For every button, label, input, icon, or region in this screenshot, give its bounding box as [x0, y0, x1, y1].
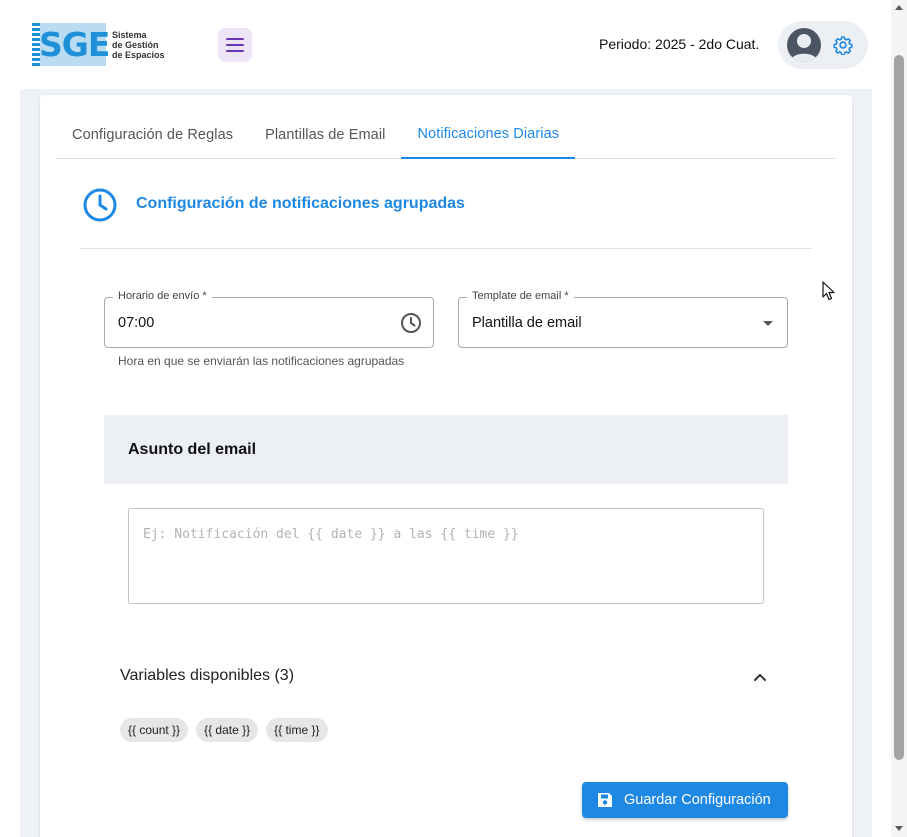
user-menu[interactable]	[778, 21, 868, 69]
subject-title: Asunto del email	[128, 441, 257, 458]
chevron-up-icon[interactable]	[752, 669, 768, 685]
variable-chips: {{ count }} {{ date }} {{ time }}	[120, 718, 336, 742]
logo-letters: SGE	[39, 25, 110, 64]
save-icon	[596, 791, 614, 809]
time-picker-icon[interactable]	[400, 312, 422, 334]
app-header: SGE Sistema de Gestión de Espacios Perio…	[0, 0, 891, 89]
subject-panel: Asunto del email	[104, 415, 788, 484]
settings-card: Configuración de Reglas Plantillas de Em…	[40, 95, 852, 837]
logo-mark: SGE	[32, 23, 110, 66]
section-title: Configuración de notificaciones agrupada…	[136, 195, 465, 212]
save-configuration-label: Guardar Configuración	[624, 792, 771, 808]
sge-logo[interactable]: SGE Sistema de Gestión de Espacios	[32, 23, 165, 66]
variable-chip-time[interactable]: {{ time }}	[266, 718, 328, 742]
subject-input[interactable]: Ej: Notificación del {{ date }} a las {{…	[128, 508, 764, 604]
send-time-hint: Hora en que se enviarán las notificacion…	[118, 354, 405, 368]
scroll-up-arrow-icon[interactable]	[895, 5, 903, 10]
avatar[interactable]	[787, 28, 821, 62]
logo-stripes	[32, 23, 40, 66]
variable-chip-count[interactable]: {{ count }}	[120, 718, 189, 742]
send-time-value[interactable]: 07:00	[118, 315, 154, 331]
chevron-down-icon[interactable]	[763, 321, 773, 326]
mouse-cursor-icon	[822, 281, 835, 301]
vertical-scrollbar[interactable]	[891, 0, 907, 837]
logo-text-line-2: de Gestión	[112, 39, 159, 50]
section-header: Configuración de notificaciones agrupada…	[80, 185, 812, 249]
user-icon	[790, 34, 818, 62]
gear-icon[interactable]	[833, 35, 853, 55]
menu-toggle-button[interactable]	[218, 28, 252, 62]
scroll-down-arrow-icon[interactable]	[895, 826, 903, 831]
tab-configuracion-reglas[interactable]: Configuración de Reglas	[56, 111, 249, 159]
logo-text-line-1: Sistema	[112, 29, 147, 40]
variables-heading[interactable]: Variables disponibles (3)	[120, 667, 294, 685]
clock-icon	[83, 188, 117, 222]
tab-plantillas-email[interactable]: Plantillas de Email	[249, 111, 401, 159]
hamburger-icon	[226, 38, 244, 52]
save-configuration-button[interactable]: Guardar Configuración	[582, 782, 788, 818]
variable-chip-date[interactable]: {{ date }}	[196, 718, 259, 742]
current-period: Periodo: 2025 - 2do Cuat.	[599, 36, 760, 52]
logo-text: Sistema de Gestión de Espacios	[112, 30, 165, 60]
tab-notificaciones-diarias[interactable]: Notificaciones Diarias	[401, 111, 576, 159]
send-time-label: Horario de envío *	[113, 290, 212, 302]
logo-text-line-3: de Espacios	[112, 49, 165, 60]
scroll-thumb[interactable]	[894, 55, 904, 760]
email-template-label: Template de email *	[467, 290, 574, 302]
send-time-field[interactable]: Horario de envío * 07:00	[104, 290, 434, 348]
email-template-value: Plantilla de email	[472, 315, 582, 331]
tab-bar: Configuración de Reglas Plantillas de Em…	[56, 111, 836, 159]
subject-placeholder: Ej: Notificación del {{ date }} a las {{…	[143, 527, 519, 542]
email-template-select[interactable]: Template de email * Plantilla de email	[458, 290, 788, 348]
